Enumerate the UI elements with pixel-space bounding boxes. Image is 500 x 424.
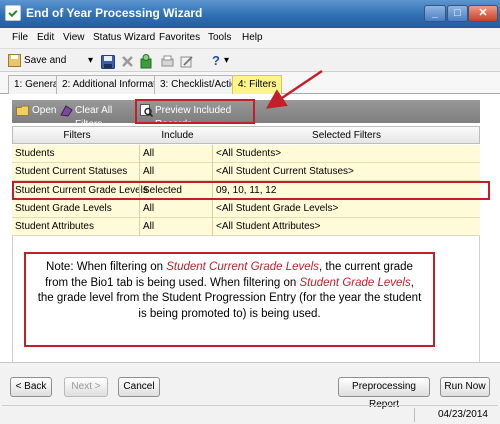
minimize-button[interactable]: _ (424, 5, 446, 22)
wizard-button-bar: < Back Next > Cancel Preprocessing Repor… (0, 362, 500, 424)
open-label: Open (32, 105, 57, 116)
include-cell: All (143, 221, 155, 232)
column-divider (139, 200, 140, 218)
column-header-filters[interactable]: Filters (13, 130, 141, 141)
column-divider (139, 163, 140, 181)
back-button[interactable]: < Back (10, 377, 52, 397)
include-cell: All (143, 203, 155, 214)
help-icon[interactable]: ? (212, 52, 220, 69)
column-divider (212, 145, 213, 163)
grade-levels-row-highlight-box (12, 181, 490, 200)
selected-filters-cell: <All Student Current Statuses> (216, 166, 354, 177)
cancel-button[interactable]: Cancel (118, 377, 160, 397)
open-folder-icon (16, 105, 29, 116)
table-row[interactable]: Student Grade Levels All <All Student Gr… (12, 200, 480, 218)
save-icon[interactable] (101, 55, 115, 69)
table-row[interactable]: Students All <All Students> (12, 145, 480, 163)
include-cell: All (143, 148, 155, 159)
column-divider (139, 145, 140, 163)
menu-help[interactable]: Help (242, 32, 263, 43)
preview-button-highlight-box (135, 99, 255, 124)
menu-status-wizard[interactable]: Status Wizard (93, 32, 155, 43)
column-header-include[interactable]: Include (141, 130, 214, 141)
column-divider (212, 218, 213, 236)
filter-name-cell: Student Attributes (15, 221, 94, 232)
save-and-close-button[interactable]: Save and Close (8, 52, 94, 83)
column-divider (212, 163, 213, 181)
title-bar: End of Year Processing Wizard _ □ ✕ (0, 0, 500, 28)
annotation-note: Note: When filtering on Student Current … (24, 252, 435, 347)
menu-bar: File Edit View Status Wizard Favorites T… (0, 28, 500, 48)
table-row[interactable]: Student Attributes All <All Student Attr… (12, 218, 480, 236)
maximize-button[interactable]: □ (447, 5, 468, 22)
menu-view[interactable]: View (63, 32, 85, 43)
filter-name-cell: Student Grade Levels (15, 203, 112, 214)
status-date: 04/23/2014 (437, 409, 488, 420)
wizard-app-icon (5, 5, 21, 21)
window-title: End of Year Processing Wizard (26, 6, 203, 20)
print-icon[interactable] (161, 55, 174, 68)
note-text-1: Note: When filtering on (46, 261, 167, 273)
status-bar: 04/23/2014 (2, 405, 498, 423)
preprocessing-report-button[interactable]: Preprocessing Report (338, 377, 430, 410)
column-divider (139, 218, 140, 236)
help-dropdown[interactable]: ▾ (224, 52, 234, 69)
annotation-arrow-icon (265, 69, 323, 109)
eraser-icon (60, 105, 73, 117)
selected-filters-cell: <All Student Grade Levels> (216, 203, 339, 214)
next-button[interactable]: Next > (64, 377, 108, 397)
grid-header: Filters Include Selected Filters (12, 126, 480, 144)
close-window-button[interactable]: ✕ (468, 5, 498, 22)
menu-edit[interactable]: Edit (37, 32, 54, 43)
column-divider (212, 200, 213, 218)
status-divider (414, 408, 415, 422)
save-close-dropdown[interactable]: ▾ (88, 52, 98, 69)
run-now-button[interactable]: Run Now (440, 377, 490, 397)
selected-filters-cell: <All Student Attributes> (216, 221, 321, 232)
filter-name-cell: Students (15, 148, 55, 159)
menu-file[interactable]: File (12, 32, 28, 43)
filter-name-cell: Student Current Statuses (15, 166, 128, 177)
menu-favorites[interactable]: Favorites (159, 32, 200, 43)
table-row[interactable]: Student Current Statuses All <All Studen… (12, 163, 480, 181)
save-close-icon (8, 54, 21, 67)
delete-icon[interactable] (121, 55, 134, 68)
selected-filters-cell: <All Students> (216, 148, 282, 159)
column-header-selected-filters[interactable]: Selected Filters (214, 130, 479, 141)
include-cell: All (143, 166, 155, 177)
edit-icon[interactable] (180, 55, 193, 68)
note-emphasis-current-grade-levels: Student Current Grade Levels (166, 261, 319, 273)
note-emphasis-grade-levels: Student Grade Levels (299, 276, 411, 289)
menu-tools[interactable]: Tools (208, 32, 231, 43)
refresh-icon[interactable] (140, 54, 153, 69)
